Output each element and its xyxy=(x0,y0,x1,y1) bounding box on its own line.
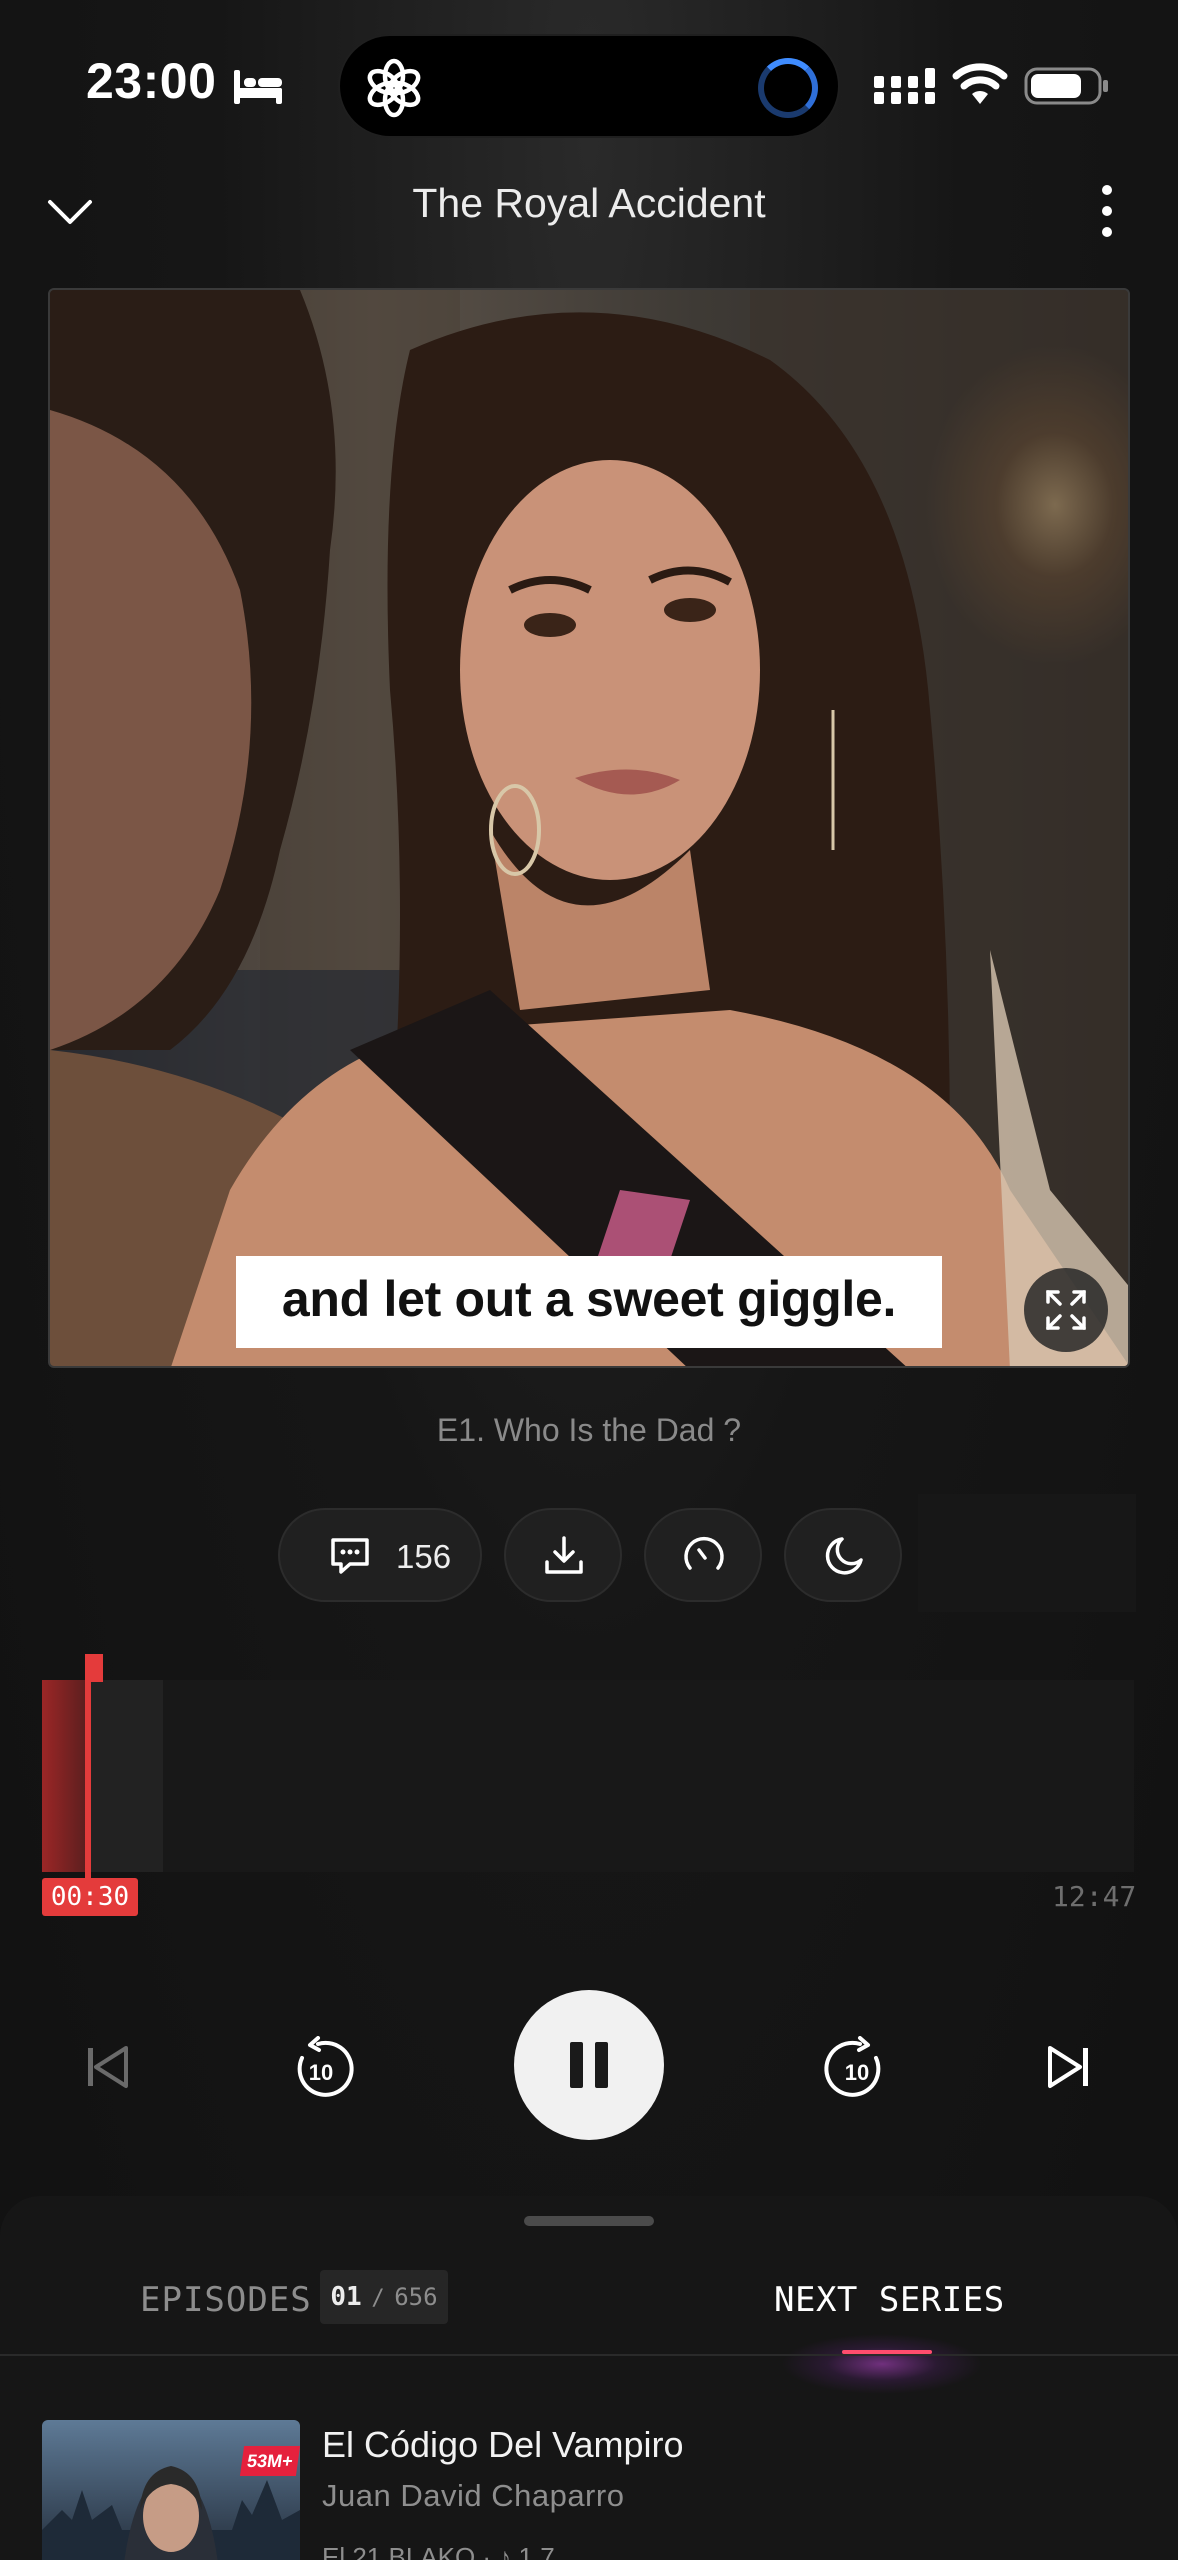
sleep-timer-button[interactable] xyxy=(784,1508,902,1602)
battery-icon xyxy=(1024,67,1108,105)
series-cover-art xyxy=(42,2466,300,2560)
expand-icon xyxy=(1046,1290,1086,1330)
next-series-author: Juan David Chaparro xyxy=(322,2478,625,2513)
wifi-icon xyxy=(952,63,1008,104)
pause-button[interactable] xyxy=(514,1990,664,2140)
download-button[interactable] xyxy=(504,1508,622,1602)
active-tab-indicator xyxy=(842,2350,932,2354)
action-overflow-area xyxy=(918,1494,1136,1612)
current-time: 00:30 xyxy=(42,1878,138,1916)
moon-icon xyxy=(825,1537,863,1575)
svg-text:10: 10 xyxy=(309,2060,333,2085)
comment-count: 156 xyxy=(396,1538,452,1575)
fullscreen-button[interactable] xyxy=(1024,1268,1108,1352)
next-series-meta: El 21 BLAKO · ♪ 1.7... xyxy=(322,2542,577,2560)
waveform-timeline[interactable] xyxy=(42,1654,1134,1892)
svg-text:10: 10 xyxy=(845,2060,869,2085)
forward-10-button[interactable]: 10 xyxy=(824,2036,890,2102)
playhead[interactable] xyxy=(85,1680,91,1892)
comments-button[interactable]: 156 xyxy=(278,1508,482,1602)
bottom-sheet[interactable]: EPISODES 01 / 656 NEXT SERIES 53M+ El Có… xyxy=(0,2196,1178,2560)
active-tab-glow xyxy=(772,2324,992,2404)
tab-divider xyxy=(0,2354,1178,2356)
next-episode-button[interactable] xyxy=(1044,2036,1094,2098)
playback-speed-button[interactable] xyxy=(644,1508,762,1602)
speedometer-icon xyxy=(684,1537,724,1570)
cellular-signal-icon xyxy=(874,68,935,104)
sleep-focus-icon xyxy=(234,70,282,104)
status-time: 23:00 xyxy=(86,53,217,109)
rewind-10-button[interactable]: 10 xyxy=(288,2036,354,2102)
sheet-drag-handle[interactable] xyxy=(524,2216,654,2226)
episode-total: 656 xyxy=(394,2283,438,2311)
episode-separator: / xyxy=(371,2286,385,2311)
tab-episodes[interactable]: EPISODES xyxy=(140,2280,312,2320)
tab-next-series[interactable]: NEXT SERIES xyxy=(774,2280,1005,2320)
more-options-icon[interactable] xyxy=(1092,182,1122,240)
next-series-title[interactable]: El Código Del Vampiro xyxy=(322,2424,684,2466)
episode-counter: 01 / 656 xyxy=(320,2270,448,2324)
episode-current: 01 xyxy=(330,2282,362,2312)
previous-episode-button[interactable] xyxy=(82,2036,132,2098)
activity-spinner-icon xyxy=(758,58,818,118)
subtitle-text: and let out a sweet giggle. xyxy=(281,1271,897,1327)
pause-icon xyxy=(570,2042,608,2088)
buffered-region xyxy=(85,1680,163,1872)
chatgpt-icon xyxy=(367,58,421,118)
dynamic-island xyxy=(338,34,840,138)
episode-label: E1. Who Is the Dad ? xyxy=(436,1412,742,1448)
video-player[interactable]: and let out a sweet giggle. xyxy=(48,288,1130,1368)
comment-icon xyxy=(331,1538,369,1574)
subtitle-caption: and let out a sweet giggle. xyxy=(236,1256,942,1348)
playhead-handle[interactable] xyxy=(85,1654,103,1682)
total-time: 12:47 xyxy=(1052,1880,1137,1913)
played-region xyxy=(42,1680,85,1872)
series-thumbnail[interactable]: 53M+ xyxy=(42,2420,300,2560)
views-badge: 53M+ xyxy=(239,2446,300,2476)
video-frame xyxy=(50,290,1128,1366)
download-icon xyxy=(545,1536,583,1574)
series-title: The Royal Accident xyxy=(412,180,766,226)
